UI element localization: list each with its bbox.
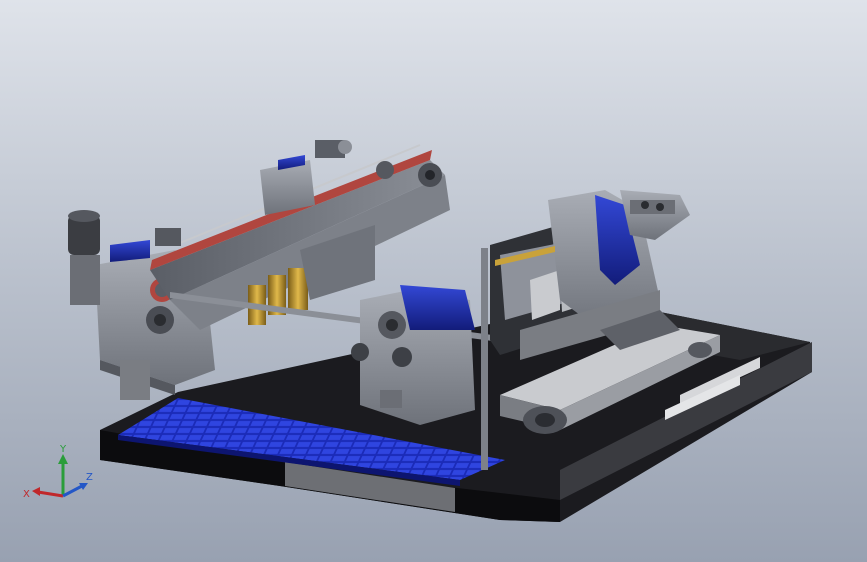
y-axis-label: Y [59, 444, 67, 455]
x-axis-label: X [23, 489, 30, 500]
center-gearbox [351, 285, 475, 425]
vertical-post [481, 248, 488, 470]
y-axis-arrow [58, 454, 68, 464]
z-axis-line [62, 484, 83, 498]
coordinate-triad: Y X Z [23, 444, 93, 500]
z-axis-label: Z [86, 472, 93, 483]
cad-3d-viewport[interactable]: Y X Z [0, 0, 867, 562]
x-axis-arrow [32, 487, 40, 496]
machine-model [68, 140, 812, 522]
x-axis-line [37, 490, 64, 498]
right-machining-head [490, 190, 690, 360]
